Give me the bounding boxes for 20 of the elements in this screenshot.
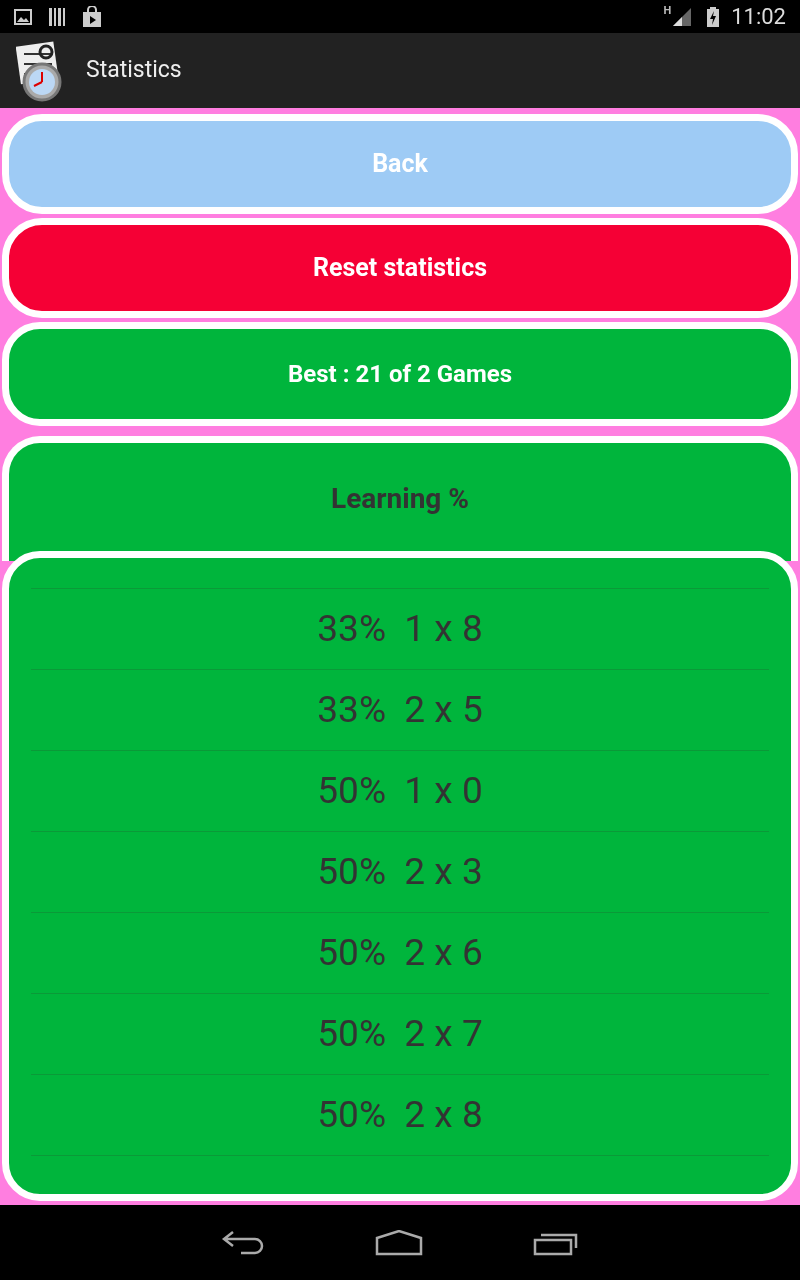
network-type: H bbox=[663, 3, 672, 20]
battery-icon bbox=[707, 6, 720, 27]
learning-row-text: 50% 2 x 7 bbox=[317, 1011, 483, 1058]
back-icon[interactable] bbox=[221, 1229, 265, 1256]
picture-icon bbox=[14, 7, 32, 26]
learning-row-text: 50% 1 x 0 bbox=[317, 768, 483, 815]
home-icon[interactable] bbox=[375, 1229, 423, 1256]
app-title: Statistics bbox=[86, 55, 182, 86]
best-score: Best : 21 of 2 Games bbox=[287, 359, 512, 390]
learning-row-text: 50% 2 x 8 bbox=[317, 1092, 483, 1139]
learning-row-text: 33% 2 x 5 bbox=[317, 687, 483, 734]
clock: 11:02 bbox=[731, 3, 786, 31]
reset-button[interactable]: Reset statistics bbox=[2, 218, 798, 318]
barcode-icon bbox=[48, 6, 66, 27]
learning-row-text: 50% 2 x 3 bbox=[317, 849, 483, 896]
shopping-bag-icon bbox=[82, 5, 102, 28]
learning-row-text: 50% 2 x 6 bbox=[317, 930, 483, 977]
learning-row-text: 33% 1 x 8 bbox=[317, 606, 483, 653]
learning-title: Learning % bbox=[331, 481, 469, 517]
signal-icon bbox=[673, 7, 692, 26]
